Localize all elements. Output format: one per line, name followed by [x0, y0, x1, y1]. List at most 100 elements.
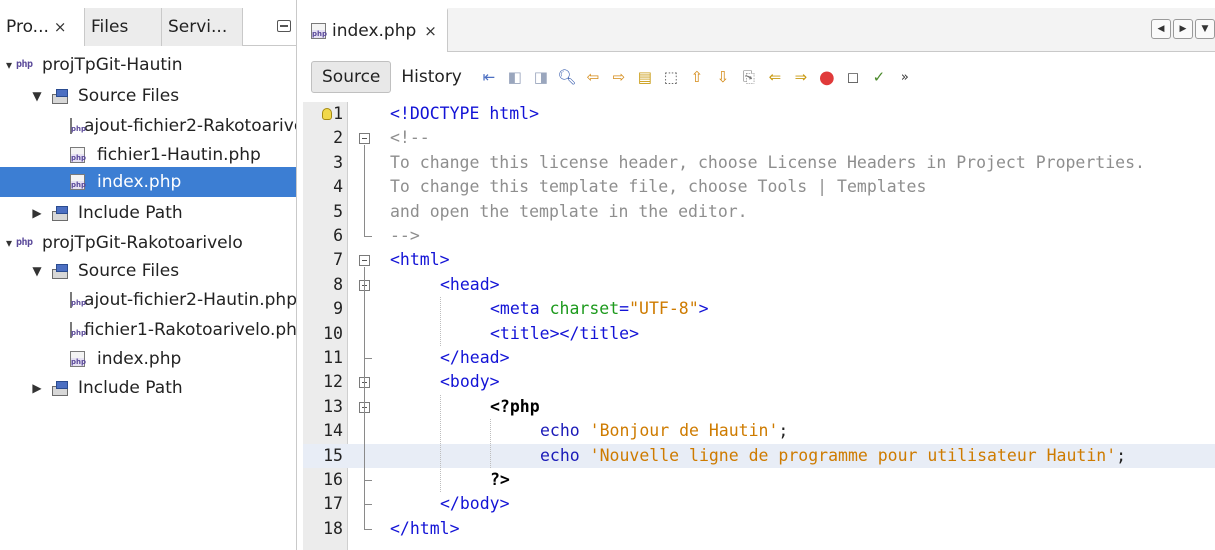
tree-label: Source Files: [78, 261, 180, 281]
code-line[interactable]: 8 <head>: [303, 273, 1215, 297]
tab-projects-label: Pro...: [6, 17, 49, 37]
minimize-icon[interactable]: [277, 20, 291, 32]
line-text: To change this license header, choose Li…: [390, 152, 1145, 172]
line-text: and open the template in the editor.: [390, 201, 748, 221]
fold-range-line: [364, 291, 365, 358]
find-icon[interactable]: 🔍︎: [554, 65, 580, 89]
tab-services-label: Servi...: [168, 17, 228, 37]
expanded-triangle-icon[interactable]: ▾: [2, 236, 16, 250]
line-number: 17: [323, 494, 343, 514]
code-line[interactable]: 6 -->: [303, 224, 1215, 248]
next-bookmark-icon[interactable]: ⇩: [710, 65, 736, 89]
source-package-icon: [52, 263, 70, 279]
php-file-icon: [70, 292, 73, 308]
line-text: echo 'Bonjour de Hautin';: [540, 421, 789, 441]
code-line[interactable]: 3 To change this license header, choose L…: [303, 151, 1215, 175]
tab-list-icon[interactable]: ▼: [1195, 19, 1215, 39]
toggle-bookmark-icon[interactable]: ⎘: [736, 65, 762, 89]
toolbar-icons: ⇤ ◧ ◨ 🔍︎ ⇦ ⇨ ▤ ⬚ ⇧ ⇩ ⎘ ⇐ ⇒ ● ◻ ✓ »: [476, 65, 918, 89]
close-icon[interactable]: ×: [424, 22, 437, 40]
code-line[interactable]: 12 <body>: [303, 370, 1215, 394]
php-project-icon: php: [16, 59, 33, 70]
line-number: 13: [323, 396, 343, 416]
rectangular-selection-icon[interactable]: ⬚: [658, 65, 684, 89]
fold-range-line: [364, 145, 365, 236]
tree-include-path[interactable]: ▶ Include Path: [0, 376, 296, 400]
scroll-left-icon[interactable]: ◀: [1151, 19, 1171, 39]
line-text: </body>: [440, 494, 510, 514]
check-icon[interactable]: ✓: [866, 65, 892, 89]
tab-projects[interactable]: Pro... ×: [0, 8, 85, 46]
back-icon[interactable]: ◧: [502, 65, 528, 89]
editor-tabbar: index.php × ◀ ▶ ▼: [303, 8, 1215, 52]
php-file-icon: [70, 174, 85, 190]
stop-macro-icon[interactable]: ◻: [840, 65, 866, 89]
fold-toggle-icon[interactable]: [359, 133, 370, 145]
line-text: </html>: [390, 518, 460, 538]
tree-project-hautin[interactable]: ▾ php projTpGit-Hautin: [0, 53, 296, 77]
tab-files[interactable]: Files: [85, 8, 162, 46]
tree-file[interactable]: index.php: [0, 347, 296, 371]
code-line[interactable]: 2 <!--: [303, 126, 1215, 150]
line-text: <title></title>: [490, 323, 640, 343]
tree-include-path[interactable]: ▶ Include Path: [0, 201, 296, 225]
shift-left-icon[interactable]: ⇐: [762, 65, 788, 89]
tree-source-files[interactable]: ▼ Source Files: [0, 84, 296, 108]
more-icon[interactable]: »: [892, 65, 918, 89]
fold-end-marker: [364, 358, 372, 359]
line-text: ?>: [490, 470, 510, 489]
line-text: -->: [390, 226, 420, 245]
line-number: 14: [323, 421, 343, 441]
toggle-highlight-icon[interactable]: ▤: [632, 65, 658, 89]
code-line[interactable]: 4 To change this template file, choose To…: [303, 175, 1215, 199]
line-text: <meta charset="UTF-8">: [490, 299, 709, 319]
fold-toggle-icon[interactable]: [359, 255, 370, 267]
tree-source-files[interactable]: ▼ Source Files: [0, 259, 296, 283]
tree-file[interactable]: ajout-fichier2-Hautin.php: [0, 288, 296, 312]
last-edit-icon[interactable]: ⇤: [476, 65, 502, 89]
tab-services[interactable]: Servi...: [162, 8, 243, 46]
collapsed-triangle-icon[interactable]: ▶: [30, 381, 44, 395]
close-icon[interactable]: ×: [54, 18, 67, 36]
expanded-triangle-icon[interactable]: ▼: [30, 89, 44, 103]
scroll-right-icon[interactable]: ▶: [1173, 19, 1193, 39]
expanded-triangle-icon[interactable]: ▼: [30, 264, 44, 278]
tab-navigation: ◀ ▶ ▼: [1151, 19, 1215, 39]
tree-project-rakotoarivelo[interactable]: ▾ php projTpGit-Rakotoarivelo: [0, 231, 296, 255]
expanded-triangle-icon[interactable]: ▾: [2, 58, 16, 72]
code-line[interactable]: 1 <!DOCTYPE html>: [303, 102, 1215, 126]
code-area[interactable]: 1 <!DOCTYPE html> 2 <!-- 3 To change this lic…: [303, 102, 1215, 550]
code-line[interactable]: 7 <html>: [303, 248, 1215, 272]
tree-file[interactable]: ajout-fichier2-Rakotoarivelo.php: [0, 114, 296, 138]
line-number: 15: [323, 445, 343, 465]
collapsed-triangle-icon[interactable]: ▶: [30, 206, 44, 220]
forward-icon[interactable]: ◨: [528, 65, 554, 89]
code-line[interactable]: 17 </body>: [303, 492, 1215, 516]
fold-end-marker: [364, 236, 372, 237]
previous-bookmark-icon[interactable]: ⇧: [684, 65, 710, 89]
find-next-icon[interactable]: ⇨: [606, 65, 632, 89]
source-button[interactable]: Source: [311, 61, 392, 93]
shift-right-icon[interactable]: ⇒: [788, 65, 814, 89]
php-file-icon: [311, 23, 326, 39]
tree-file-selected[interactable]: index.php: [0, 167, 296, 197]
history-button[interactable]: History: [391, 61, 471, 93]
start-macro-icon[interactable]: ●: [814, 65, 840, 89]
code-line[interactable]: 5 and open the template in the editor.: [303, 200, 1215, 224]
line-number: 2: [333, 128, 343, 148]
line-number: 12: [323, 372, 343, 392]
fold-end-marker: [364, 504, 372, 506]
line-text: <!DOCTYPE html>: [390, 104, 540, 123]
fold-range-line: [364, 413, 365, 480]
tree-file[interactable]: fichier1-Hautin.php: [0, 143, 296, 167]
line-text: <body>: [440, 372, 500, 392]
line-text: echo 'Nouvelle ligne de programme pour u…: [540, 445, 1127, 465]
code-line[interactable]: 18 </html>: [303, 517, 1215, 541]
tab-index-php[interactable]: index.php ×: [303, 8, 448, 52]
find-previous-icon[interactable]: ⇦: [580, 65, 606, 89]
line-number: 16: [323, 470, 343, 489]
tree-file[interactable]: fichier1-Rakotoarivelo.php: [0, 318, 296, 342]
hint-bulb-icon[interactable]: [322, 108, 332, 120]
code-line[interactable]: 11 </head>: [303, 346, 1215, 370]
tree-label: Source Files: [78, 86, 180, 106]
